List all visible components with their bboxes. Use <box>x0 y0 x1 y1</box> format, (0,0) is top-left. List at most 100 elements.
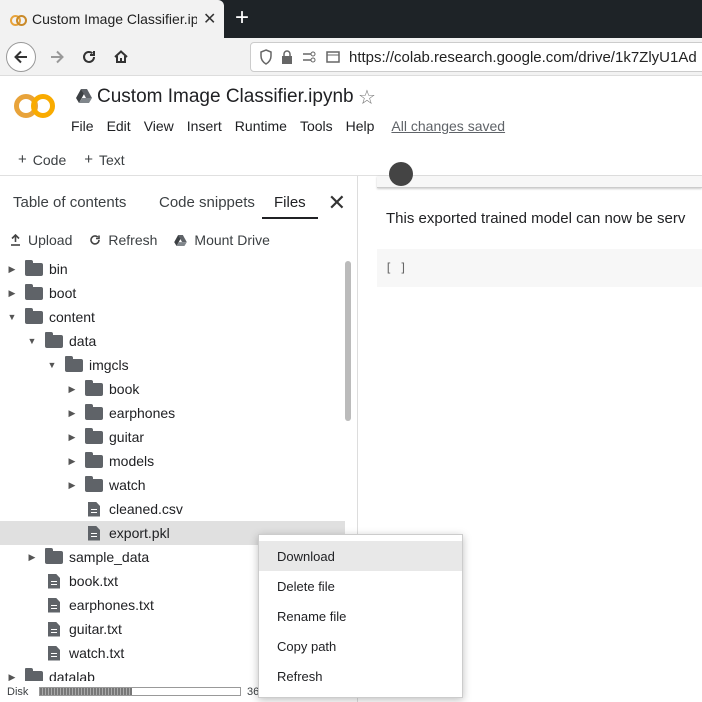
run-cell-icon[interactable] <box>389 162 413 186</box>
chevron-down-icon[interactable]: ▼ <box>7 312 17 322</box>
context-menu-item-refresh[interactable]: Refresh <box>259 661 462 691</box>
file-actions: Upload Refresh Mount Drive <box>10 232 287 248</box>
plus-icon: + <box>84 151 93 168</box>
folder-row[interactable]: ▶ guitar <box>0 425 345 449</box>
browser-tab[interactable]: Custom Image Classifier.ipynb - Colabora… <box>0 0 224 38</box>
star-icon[interactable]: ☆ <box>358 85 376 110</box>
chevron-right-icon[interactable]: ▶ <box>27 552 37 563</box>
tree-item-label: watch <box>109 477 146 493</box>
home-button[interactable] <box>106 42 136 72</box>
close-sidebar-icon[interactable]: ✕ <box>328 190 346 216</box>
file-icon <box>48 573 60 589</box>
chevron-right-icon[interactable]: ▶ <box>7 264 17 275</box>
colab-header: Custom Image Classifier.ipynb ☆ File Edi… <box>0 76 702 144</box>
folder-icon <box>25 283 43 300</box>
tree-item-label: cleaned.csv <box>109 501 183 517</box>
chevron-right-icon[interactable]: ▶ <box>7 288 17 299</box>
folder-icon <box>85 427 103 444</box>
menu-tools[interactable]: Tools <box>300 118 333 134</box>
file-icon <box>88 501 100 517</box>
folder-row[interactable]: ▼ content <box>0 305 345 329</box>
context-menu-item-delete-file[interactable]: Delete file <box>259 571 462 601</box>
context-menu-item-download[interactable]: Download <box>259 541 462 571</box>
new-tab-button[interactable]: + <box>230 4 254 32</box>
lock-icon[interactable] <box>281 49 293 65</box>
add-code-button[interactable]: + Code <box>18 151 66 168</box>
tab-files[interactable]: Files <box>262 194 318 219</box>
chevron-right-icon[interactable]: ▶ <box>67 408 77 419</box>
folder-row[interactable]: ▶ models <box>0 449 345 473</box>
colab-logo-icon[interactable] <box>14 94 56 120</box>
shield-icon[interactable] <box>259 49 273 65</box>
tree-item-label: data <box>69 333 97 349</box>
folder-row[interactable]: ▼ data <box>0 329 345 353</box>
folder-row[interactable]: ▶ watch <box>0 473 345 497</box>
upload-label: Upload <box>28 232 73 248</box>
menu-help[interactable]: Help <box>346 118 375 134</box>
tree-item-label: boot <box>49 285 77 301</box>
reload-button[interactable] <box>74 42 104 72</box>
tree-item-label: guitar <box>109 429 145 445</box>
previous-code-cell[interactable] <box>377 162 702 188</box>
chevron-right-icon[interactable]: ▶ <box>67 480 77 491</box>
code-cell-prompt[interactable]: [ ] <box>385 261 407 275</box>
chevron-right-icon[interactable]: ▶ <box>67 432 77 443</box>
file-context-menu: Download Delete file Rename file Copy path R… <box>258 534 463 698</box>
address-bar[interactable]: https://colab.research.google.com/drive/… <box>250 42 702 72</box>
file-icon <box>48 597 60 613</box>
folder-icon <box>45 331 63 348</box>
menu-view[interactable]: View <box>144 118 174 134</box>
folder-icon <box>85 451 103 468</box>
context-menu-item-copy-path[interactable]: Copy path <box>259 631 462 661</box>
menu-runtime[interactable]: Runtime <box>235 118 287 134</box>
mount-drive-button[interactable]: Mount Drive <box>174 232 270 248</box>
chevron-down-icon[interactable]: ▼ <box>27 336 37 346</box>
folder-row[interactable]: ▶ earphones <box>0 401 345 425</box>
page-icon[interactable] <box>325 49 341 65</box>
google-drive-icon <box>76 89 92 103</box>
code-cell[interactable]: [ ] <box>377 249 702 287</box>
menu-insert[interactable]: Insert <box>187 118 222 134</box>
context-menu-item-rename-file[interactable]: Rename file <box>259 601 462 631</box>
file-icon <box>88 525 100 541</box>
menu-edit[interactable]: Edit <box>107 118 131 134</box>
notebook-toolbar: + Code + Text <box>0 144 702 176</box>
permissions-icon[interactable] <box>301 49 317 65</box>
file-row[interactable]: cleaned.csv <box>0 497 345 521</box>
upload-button[interactable]: Upload <box>10 232 72 248</box>
refresh-button[interactable]: Refresh <box>89 232 157 248</box>
menu-file[interactable]: File <box>71 118 94 134</box>
refresh-icon <box>90 235 101 245</box>
reload-icon <box>83 50 95 63</box>
chevron-right-icon[interactable]: ▶ <box>67 384 77 395</box>
notebook-title[interactable]: Custom Image Classifier.ipynb <box>97 86 354 108</box>
markdown-cell-text[interactable]: This exported trained model can now be s… <box>386 210 685 227</box>
folder-row[interactable]: ▶ boot <box>0 281 345 305</box>
folder-icon <box>25 259 43 276</box>
forward-button[interactable] <box>42 42 72 72</box>
chevron-down-icon[interactable]: ▼ <box>47 360 57 370</box>
folder-icon <box>85 403 103 420</box>
sidebar-scrollbar[interactable] <box>345 261 351 421</box>
folder-row[interactable]: ▶ book <box>0 377 345 401</box>
back-button[interactable] <box>6 41 36 72</box>
tab-close-icon[interactable]: ✕ <box>203 9 216 29</box>
folder-row[interactable]: ▶ bin <box>0 257 345 281</box>
tab-table-of-contents[interactable]: Table of contents <box>13 194 126 211</box>
tree-item-label: models <box>109 453 155 469</box>
folder-row[interactable]: ▼ imgcls <box>0 353 345 377</box>
save-status[interactable]: All changes saved <box>391 118 505 134</box>
tree-item-label: export.pkl <box>109 525 170 541</box>
folder-icon <box>25 307 43 324</box>
home-icon <box>114 49 128 63</box>
tree-item-label: guitar.txt <box>69 621 122 637</box>
chevron-right-icon[interactable]: ▶ <box>67 456 77 467</box>
refresh-label: Refresh <box>108 232 158 248</box>
url-text[interactable]: https://colab.research.google.com/drive/… <box>349 49 697 66</box>
tree-item-label: content <box>49 309 95 325</box>
tab-code-snippets[interactable]: Code snippets <box>159 194 255 211</box>
disk-usage-bar <box>39 687 241 696</box>
add-text-button[interactable]: + Text <box>84 151 124 168</box>
arrow-left-icon <box>14 50 27 63</box>
folder-icon <box>85 475 103 492</box>
